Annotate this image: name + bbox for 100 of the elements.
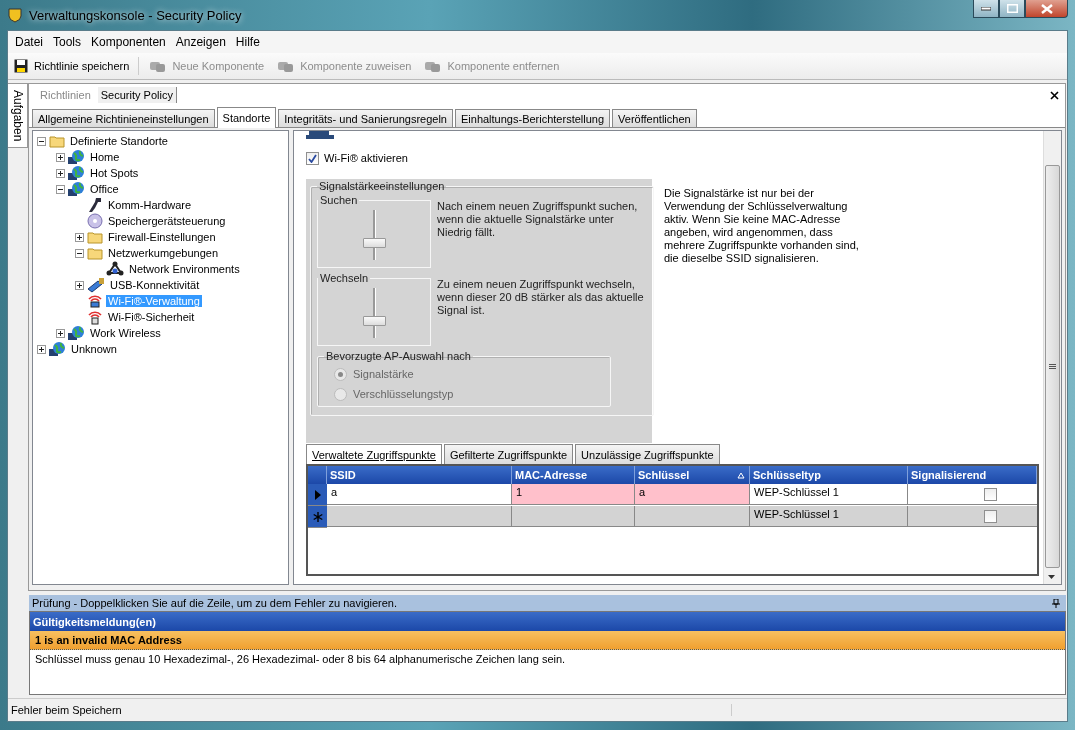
maximize-icon <box>1006 4 1018 13</box>
app-shield-icon <box>7 7 23 23</box>
collapse-icon[interactable] <box>75 248 84 258</box>
checkbox[interactable] <box>984 509 997 523</box>
header-cell[interactable]: Schlüsseltyp <box>750 466 908 484</box>
hardware-icon <box>87 197 103 213</box>
description: Nach einem neuen Zugriffspunkt suchen, wenn die aktuelle Signalstärke unter Niedrig fällt. <box>437 200 639 240</box>
expand-icon[interactable] <box>75 232 84 242</box>
tree-item[interactable]: Office <box>88 183 121 195</box>
close-button[interactable] <box>1025 0 1068 18</box>
expand-icon[interactable] <box>56 152 65 162</box>
minimize-icon <box>981 6 991 11</box>
component-remove-icon <box>423 59 442 73</box>
group-title: Bevorzugte AP-Auswahl nach <box>325 350 472 362</box>
menu-item[interactable]: Komponenten <box>86 35 171 49</box>
network-globe-icon <box>68 181 85 197</box>
collapse-icon[interactable] <box>37 136 46 146</box>
tree-item[interactable]: Firewall-Einstellungen <box>106 231 218 243</box>
header-cell[interactable]: SSID <box>327 466 512 484</box>
tree-item[interactable]: Speichergerätsteuerung <box>106 215 228 227</box>
menu-item[interactable]: Tools <box>48 35 87 49</box>
component-assign-icon <box>276 59 295 73</box>
expand-icon[interactable] <box>37 344 46 354</box>
description: Zu einem neuen Zugriffspunkt wechseln, wenn dieser 20 dB stärker als das aktuelle Signal ist. <box>437 278 645 318</box>
folder-icon <box>49 134 65 148</box>
table-cell: a <box>327 484 512 505</box>
close-icon[interactable] <box>1050 90 1059 100</box>
checkbox[interactable] <box>984 487 997 501</box>
new-row-icon <box>312 511 323 522</box>
component-add-icon <box>148 59 167 73</box>
current-row-icon <box>314 489 321 500</box>
corner-header-cell <box>308 466 327 484</box>
tree-item[interactable]: Wi-Fi®-Sicherheit <box>106 311 197 323</box>
column-header: Gültigkeitsmeldung(en) <box>30 612 1065 631</box>
tab[interactable]: Integritäts- und Sanierungsregeln <box>278 109 453 127</box>
wifi-lock-icon <box>87 309 103 325</box>
table-cell: 1 <box>512 484 635 505</box>
breadcrumb-item[interactable]: Security Policy <box>97 87 177 103</box>
tree-item[interactable]: Hot Spots <box>88 167 141 179</box>
side-tab[interactable]: Aufgaben <box>8 83 28 149</box>
breadcrumb-item[interactable]: Richtlinien <box>37 87 94 103</box>
menu-item[interactable]: Hilfe <box>230 35 265 49</box>
expand-icon[interactable] <box>56 328 65 338</box>
tree-item[interactable]: Home <box>88 151 122 163</box>
usb-device-icon <box>87 277 105 293</box>
maximize-button[interactable] <box>999 0 1025 18</box>
tree-item[interactable]: Network Environments <box>127 263 242 275</box>
minimize-button[interactable] <box>973 0 999 18</box>
tree-item[interactable]: Netzwerkumgebungen <box>106 247 221 259</box>
scrollbar[interactable] <box>1043 131 1061 584</box>
panel-title: Prüfung - Doppelklicken Sie auf die Zeile, um zu dem Fehler zu navigieren. <box>32 597 398 609</box>
menu-item[interactable]: Anzeigen <box>170 35 231 49</box>
network-globe-icon <box>68 325 85 341</box>
info-text: Die Signalstärke ist nur bei der Verwendung der Schlüsselverwaltung aktiv. Wenn Sie keine MAC-Adresse angeben, wird angenommen, dass mehrere Zugriffspunkte vorhanden sind, die dieselbe SSID signalisieren. <box>664 187 860 266</box>
row-header[interactable] <box>308 506 327 528</box>
radio-label: Verschlüsselungstyp <box>353 388 454 400</box>
tab[interactable]: Gefilterte Zugriffspunkte <box>443 444 574 464</box>
tree-item[interactable]: Komm-Hardware <box>106 199 194 211</box>
slider-thumb[interactable] <box>362 238 386 248</box>
network-nodes-icon <box>106 261 124 277</box>
status-text: Fehler beim Speichern <box>11 704 732 716</box>
close-icon <box>1040 3 1053 14</box>
checkbox[interactable] <box>306 151 319 165</box>
tab[interactable]: Verwaltete Zugriffspunkte <box>306 444 442 464</box>
group-title: Wechseln <box>319 272 370 284</box>
expand-icon[interactable] <box>56 168 65 178</box>
row-header[interactable] <box>308 484 327 506</box>
disc-icon <box>87 213 103 229</box>
folder-icon <box>87 230 103 244</box>
network-globe-icon <box>68 149 85 165</box>
tree-item[interactable]: USB-Konnektivität <box>108 279 202 291</box>
radio-label: Signalstärke <box>353 368 414 380</box>
table-cell: WEP-Schlüssel 1 <box>750 506 908 527</box>
collapse-icon[interactable] <box>56 184 65 194</box>
network-globe-icon <box>49 341 66 357</box>
checkbox-label: Wi-Fi® aktivieren <box>324 152 408 164</box>
tab[interactable]: Einhaltungs-Berichterstellung <box>455 109 611 127</box>
tree-item[interactable]: Unknown <box>69 343 119 355</box>
pin-icon[interactable] <box>1052 598 1060 608</box>
group-title: Signalstärkeeinstellungen <box>318 180 446 192</box>
tab[interactable]: Allgemeine Richtinieneinstellungen <box>32 109 215 127</box>
group-title: Suchen <box>319 194 359 206</box>
tab[interactable]: Standorte <box>216 107 277 128</box>
tab[interactable]: Unzulässige Zugriffspunkte <box>575 444 720 464</box>
expand-icon[interactable] <box>75 280 84 290</box>
wifi-laptop-icon <box>87 293 103 309</box>
slider-thumb[interactable] <box>362 316 386 326</box>
tab[interactable]: Veröffentlichen <box>612 109 697 127</box>
header-cell[interactable]: MAC-Adresse <box>512 466 635 484</box>
tree-item[interactable]: Definierte Standorte <box>68 135 170 147</box>
menu-item[interactable]: Datei <box>10 35 48 49</box>
header-cell[interactable]: Schlüssel <box>635 466 750 484</box>
table-cell: WEP-Schlüssel 1 <box>750 484 908 505</box>
message-row[interactable]: 1 is an invalid MAC Address <box>30 631 1065 650</box>
toolbar-button[interactable]: Richtlinie speichern <box>11 57 133 75</box>
folder-icon <box>87 246 103 260</box>
header-cell[interactable]: Signalisierend <box>908 466 1037 484</box>
window-title: Verwaltungskonsole - Security Policy <box>29 7 242 23</box>
grip-icon <box>1049 363 1056 370</box>
tree-item[interactable]: Work Wireless <box>88 327 163 339</box>
